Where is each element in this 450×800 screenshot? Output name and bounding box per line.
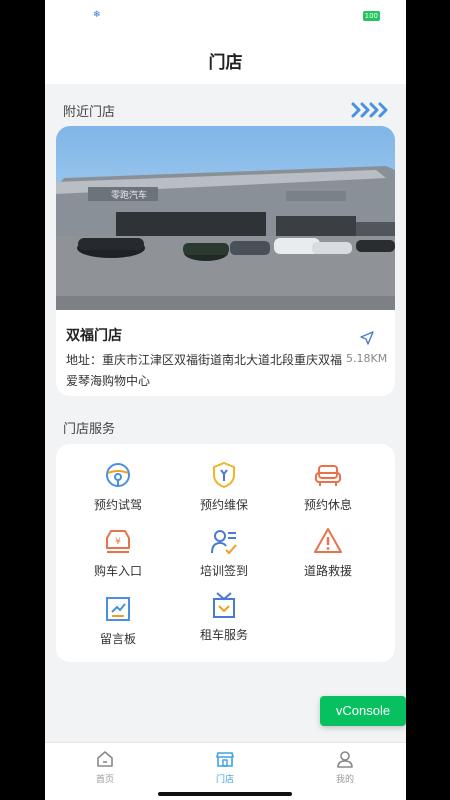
- nearby-section-label: 附近门店: [63, 105, 116, 120]
- rental-bag-icon: [213, 592, 235, 618]
- home-indicator[interactable]: [158, 792, 292, 796]
- tab-home[interactable]: 首页: [65, 749, 145, 785]
- service-label: 购车入口: [93, 564, 142, 578]
- steering-wheel-icon: [106, 463, 130, 487]
- service-message-board[interactable]: 留言板: [68, 594, 168, 647]
- service-maintenance[interactable]: 预约维保: [174, 460, 274, 513]
- vconsole-button[interactable]: vConsole: [320, 696, 406, 726]
- sofa-icon: [315, 465, 341, 486]
- service-rest[interactable]: 预约休息: [278, 460, 378, 513]
- service-label: 道路救援: [303, 564, 352, 578]
- service-label: 培训签到: [199, 564, 248, 578]
- tab-label: 我的: [335, 775, 354, 785]
- service-label: 租车服务: [199, 628, 248, 642]
- tab-profile[interactable]: 我的: [305, 749, 385, 785]
- service-rescue[interactable]: 道路救援: [278, 526, 378, 579]
- service-rental[interactable]: 租车服务: [174, 590, 274, 643]
- page-title: 门店: [208, 53, 243, 73]
- store-sign: 零跑汽车: [111, 189, 147, 201]
- store-card[interactable]: 零跑汽车 双福门店 地址：重庆市江津区双福街道南北大道北段重庆双福爱琴海购物中心…: [56, 126, 395, 396]
- tab-label: 门店: [215, 775, 234, 785]
- store-icon: [216, 752, 234, 767]
- navigation-arrow-icon[interactable]: [359, 330, 375, 346]
- status-bar: ❄ 100: [45, 0, 406, 34]
- snowflake-icon: ❄: [93, 10, 101, 20]
- store-photo: 零跑汽车: [56, 126, 395, 310]
- service-label: 预约维保: [199, 498, 248, 512]
- double-chevron-right-icon[interactable]: [350, 101, 390, 119]
- nav-bar: 门店: [45, 34, 406, 84]
- user-icon: [337, 751, 353, 768]
- service-test-drive[interactable]: 预约试驾: [68, 460, 168, 513]
- tab-store[interactable]: 门店: [185, 749, 265, 785]
- svg-text:¥: ¥: [115, 537, 121, 547]
- warning-triangle-icon: [314, 528, 342, 553]
- service-label: 预约试驾: [93, 498, 142, 512]
- message-board-icon: [106, 597, 130, 621]
- car-yen-icon: ¥: [106, 530, 130, 553]
- store-distance: 5.18KM: [346, 352, 388, 365]
- service-label: 留言板: [99, 632, 136, 646]
- services-section-label: 门店服务: [63, 422, 116, 437]
- tab-label: 首页: [95, 775, 114, 785]
- service-label: 预约休息: [303, 498, 352, 512]
- app-screen: ❄ 100 门店 附近门店 零跑汽车 双福门店 地址：重庆市江津区双福街道南北大…: [45, 0, 406, 800]
- service-grid: 预约试驾 预约维保 预约休息 ¥ 购车入口 培训签到 道路救援 留言板 租车服务: [56, 444, 395, 662]
- shield-wrench-icon: [213, 461, 235, 489]
- store-name: 双福门店: [66, 328, 122, 344]
- service-training[interactable]: 培训签到: [174, 526, 274, 579]
- home-icon: [97, 751, 113, 767]
- battery-badge: 100: [362, 11, 380, 21]
- store-address: 地址：重庆市江津区双福街道南北大道北段重庆双福爱琴海购物中心: [66, 353, 343, 388]
- user-checklist-icon: [211, 530, 237, 555]
- service-purchase[interactable]: ¥ 购车入口: [68, 526, 168, 579]
